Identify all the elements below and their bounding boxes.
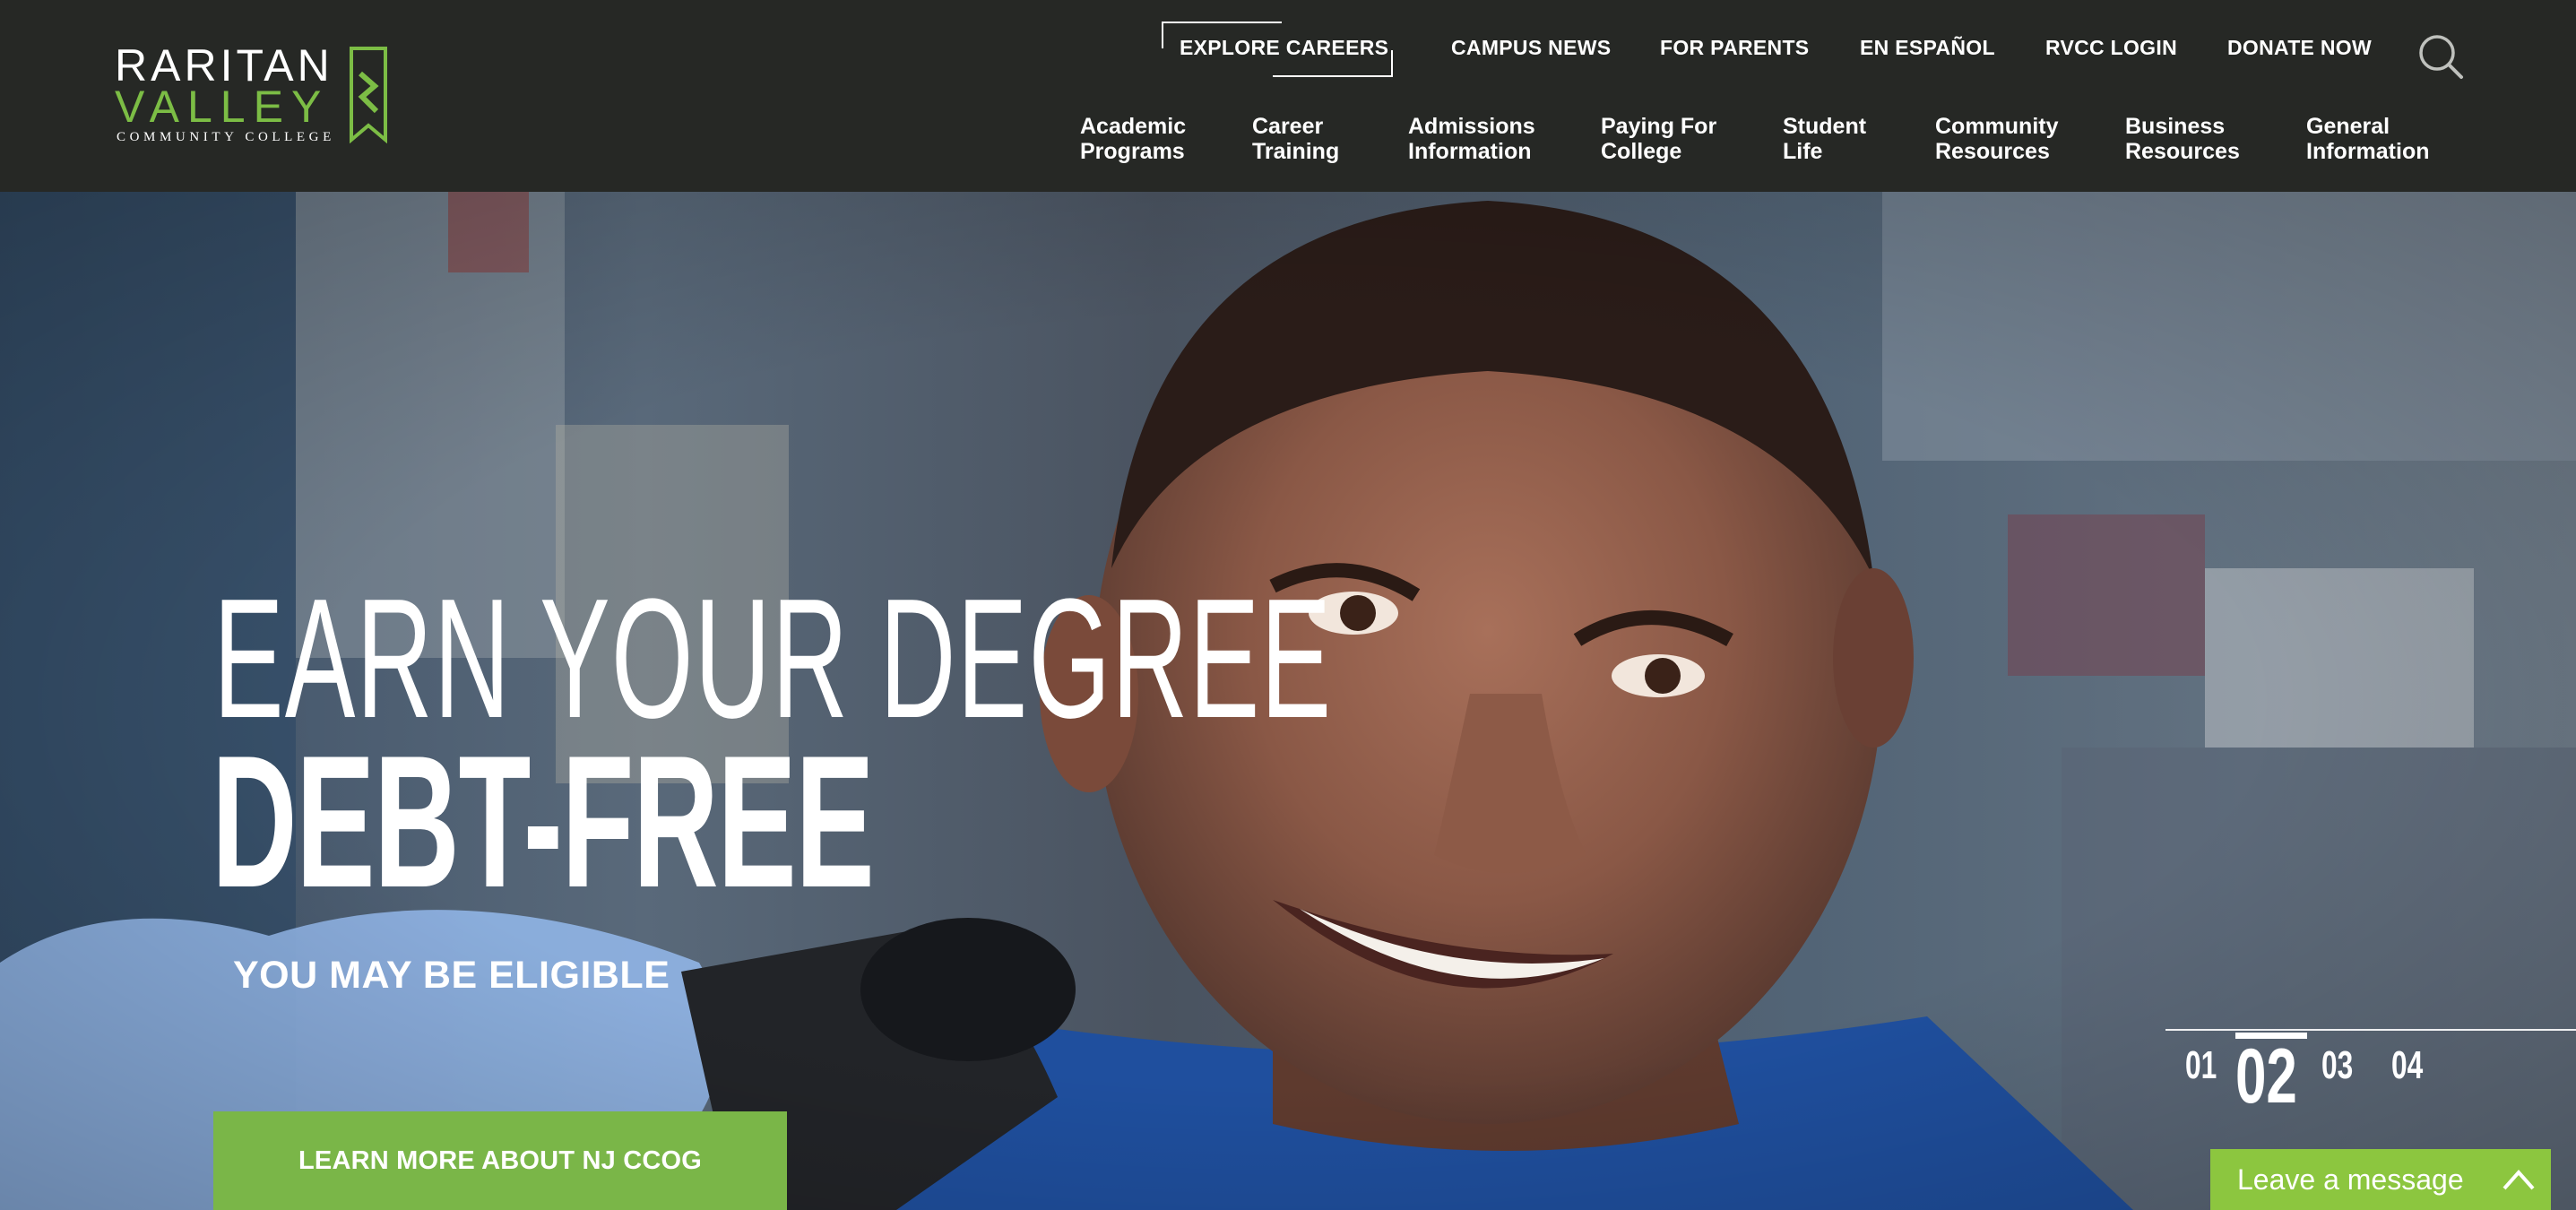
nav-item-label: Paying For [1601,114,1717,139]
site-header: RARITAN VALLEY COMMUNITY COLLEGE EXPLORE… [0,0,2576,192]
logo-wordmark-valley: VALLEY [115,82,330,132]
nav-item-label: General [2306,114,2390,139]
search-icon[interactable] [2416,32,2465,81]
utility-link-campus-news[interactable]: CAMPUS NEWS [1451,36,1611,60]
nav-item-label: Academic [1080,114,1187,139]
nav-item-career-training[interactable]: Career Training [1252,114,1339,164]
learn-more-nj-ccog-button[interactable]: LEARN MORE ABOUT NJ CCOG [213,1111,787,1210]
utility-link-donate-now[interactable]: DONATE NOW [2227,36,2372,60]
chevron-up-icon [2503,1169,2535,1190]
utility-link-en-espanol[interactable]: EN ESPAÑOL [1860,36,1995,60]
nav-item-label: Information [2306,139,2430,164]
nav-item-label: Resources [1935,139,2050,164]
hero-subheadline: YOU MAY BE ELIGIBLE [233,954,670,997]
nav-item-academic-programs[interactable]: Academic Programs [1080,114,1186,164]
slide-dot-01[interactable]: 01 [2185,1043,2217,1088]
slide-dot-04[interactable]: 04 [2391,1043,2423,1088]
nav-item-label: Career [1252,114,1324,139]
nav-item-label: Community [1935,114,2059,139]
nav-item-label: Admissions [1408,114,1535,139]
nav-item-label: Information [1408,139,1532,164]
logo-mark-icon [350,47,387,143]
utility-link-explore-careers[interactable]: EXPLORE CAREERS [1180,36,1388,60]
nav-item-label: Resources [2125,139,2240,164]
nav-item-general-information[interactable]: General Information [2306,114,2430,164]
nav-item-paying-for-college[interactable]: Paying For College [1601,114,1716,164]
chat-label: Leave a message [2237,1162,2464,1196]
nav-item-label: Training [1252,139,1340,164]
nav-item-label: Student [1783,114,1867,139]
leave-a-message-button[interactable]: Leave a message [2210,1149,2551,1210]
nav-item-business-resources[interactable]: Business Resources [2125,114,2240,164]
utility-link-for-parents[interactable]: FOR PARENTS [1660,36,1809,60]
nav-item-student-life[interactable]: Student Life [1783,114,1866,164]
slide-dot-02-active[interactable]: 02 [2235,1033,2297,1121]
utility-link-rvcc-login[interactable]: RVCC LOGIN [2045,36,2177,60]
college-logo[interactable]: RARITAN VALLEY COMMUNITY COLLEGE [113,43,400,147]
hero-headline-line2: DEBT-FREE [212,716,875,927]
nav-item-community-resources[interactable]: Community Resources [1935,114,2059,164]
logo-wordmark-community-college: COMMUNITY COLLEGE [117,130,335,144]
nav-item-label: College [1601,139,1682,164]
nav-item-label: Life [1783,139,1823,164]
slide-dot-03[interactable]: 03 [2321,1043,2353,1088]
nav-item-label: Programs [1080,139,1185,164]
nav-item-admissions-information[interactable]: Admissions Information [1408,114,1535,164]
nav-item-label: Business [2125,114,2226,139]
hero-slider: EARN YOUR DEGREE DEBT-FREE YOU MAY BE EL… [0,192,2576,1210]
slider-pagination-line [2165,1029,2576,1031]
